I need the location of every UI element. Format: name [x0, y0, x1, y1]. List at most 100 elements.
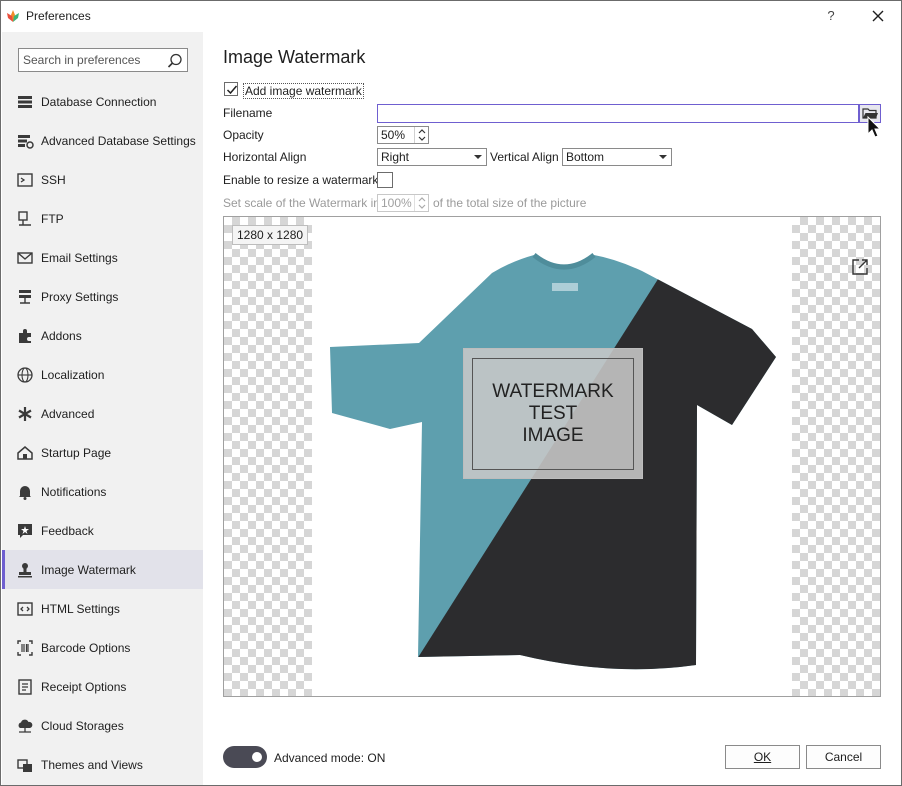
app-logo-icon — [7, 10, 19, 22]
chevron-down-icon — [474, 155, 482, 159]
opacity-value: 50% — [381, 128, 406, 142]
resize-label: Enable to resize a watermark — [223, 173, 379, 187]
watermark-frame: WATERMARK TEST IMAGE — [472, 358, 634, 470]
bell-icon — [19, 485, 31, 500]
sidebar-item-email-settings[interactable]: Email Settings — [2, 238, 203, 277]
image-size-badge: 1280 x 1280 — [232, 225, 309, 245]
sidebar-item-label: Advanced — [41, 406, 95, 421]
database-gear-icon — [18, 134, 34, 149]
horizontal-align-select[interactable]: Right — [377, 148, 487, 166]
sidebar-item-themes-and-views[interactable]: Themes and Views — [2, 745, 203, 784]
transparent-background-left — [224, 217, 312, 696]
sidebar-item-label: Image Watermark — [41, 562, 136, 577]
puzzle-icon — [19, 328, 31, 343]
sidebar-item-barcode-options[interactable]: Barcode Options — [2, 628, 203, 667]
main-panel: Image Watermark Add image watermark File… — [203, 32, 901, 785]
search-input[interactable] — [19, 49, 159, 71]
vertical-align-select[interactable]: Bottom — [562, 148, 672, 166]
resize-checkbox[interactable] — [377, 172, 393, 188]
sidebar-item-database-connection[interactable]: Database Connection — [2, 82, 203, 121]
close-button[interactable] — [865, 5, 891, 27]
globe-icon — [17, 366, 33, 383]
sidebar-item-label: Database Connection — [41, 94, 157, 109]
advanced-mode-label: Advanced mode: ON — [274, 751, 386, 765]
sidebar-item-label: Proxy Settings — [41, 289, 119, 304]
watermark-line-3: IMAGE — [522, 425, 584, 446]
sidebar-item-label: Startup Page — [41, 445, 112, 460]
palette-icon — [17, 758, 32, 772]
star-comment-icon — [18, 523, 32, 538]
toggle-knob — [252, 752, 262, 762]
sidebar-item-addons[interactable]: Addons — [2, 316, 203, 355]
sidebar-item-advanced-database-settings[interactable]: Advanced Database Settings — [2, 121, 203, 160]
sidebar-nav: Database Connection Advanced Database Se… — [2, 82, 203, 784]
sidebar-item-feedback[interactable]: Feedback — [2, 511, 203, 550]
checkmark-icon — [226, 85, 238, 95]
proxy-icon — [19, 289, 31, 304]
spin-arrows-icon — [418, 129, 426, 141]
sidebar-item-notifications[interactable]: Notifications — [2, 472, 203, 511]
cancel-button[interactable]: Cancel — [806, 745, 881, 769]
sidebar-item-advanced[interactable]: Advanced — [2, 394, 203, 433]
network-icon — [18, 210, 31, 226]
asterisk-icon — [18, 406, 32, 421]
watermark-overlay: WATERMARK TEST IMAGE — [463, 348, 643, 479]
sidebar-item-proxy-settings[interactable]: Proxy Settings — [2, 277, 203, 316]
sidebar-item-label: Notifications — [41, 484, 107, 499]
sidebar-item-label: HTML Settings — [41, 601, 120, 616]
advanced-mode-toggle[interactable] — [223, 746, 267, 768]
opacity-label: Opacity — [223, 128, 264, 142]
chevron-down-icon — [659, 155, 667, 159]
help-button[interactable]: ? — [819, 5, 843, 27]
transparent-background-right — [792, 217, 880, 696]
opacity-spin-buttons[interactable] — [414, 127, 428, 143]
sidebar-item-label: Cloud Storages — [41, 718, 124, 733]
sidebar-item-label: Advanced Database Settings — [41, 133, 196, 148]
scale-label-prefix: Set scale of the Watermark in — [223, 196, 380, 210]
search-icon[interactable] — [166, 52, 184, 70]
page-title: Image Watermark — [223, 47, 366, 67]
sidebar: Database Connection Advanced Database Se… — [2, 32, 203, 785]
sidebar-item-ssh[interactable]: SSH — [2, 160, 203, 199]
sidebar-item-receipt-options[interactable]: Receipt Options — [2, 667, 203, 706]
title-bar: Preferences ? — [1, 1, 901, 32]
sidebar-item-ftp[interactable]: FTP — [2, 199, 203, 238]
sidebar-item-label: Receipt Options — [41, 679, 127, 694]
home-icon — [17, 445, 33, 460]
open-external-icon[interactable] — [850, 257, 870, 277]
barcode-icon — [17, 639, 33, 656]
horizontal-align-label: Horizontal Align — [223, 150, 307, 164]
scale-spinner[interactable]: 100% — [377, 194, 429, 212]
watermark-line-1: WATERMARK — [492, 381, 614, 402]
sidebar-item-localization[interactable]: Localization — [2, 355, 203, 394]
image-preview: WATERMARK TEST IMAGE 1280 x 1280 — [223, 216, 881, 697]
sidebar-item-startup-page[interactable]: Startup Page — [2, 433, 203, 472]
sidebar-item-image-watermark[interactable]: Image Watermark — [2, 550, 203, 589]
filename-label: Filename — [223, 106, 273, 120]
search-box — [18, 48, 188, 72]
add-watermark-checkbox[interactable] — [224, 82, 238, 96]
mouse-cursor-icon — [867, 116, 882, 138]
add-watermark-label[interactable]: Add image watermark — [243, 83, 364, 99]
sidebar-item-label: Addons — [41, 328, 82, 343]
scale-value: 100% — [381, 196, 412, 210]
vertical-align-value: Bottom — [566, 150, 605, 164]
watermark-line-2: TEST — [528, 403, 578, 424]
spin-arrows-icon — [418, 197, 426, 209]
opacity-spinner[interactable]: 50% — [377, 126, 429, 144]
cloud-icon — [18, 719, 33, 733]
ok-button-label: OK — [753, 750, 772, 764]
scale-spin-buttons[interactable] — [414, 195, 428, 211]
envelope-icon — [17, 251, 33, 264]
sidebar-item-label: FTP — [41, 211, 64, 226]
preferences-window: Preferences ? Database Connection Advanc… — [0, 0, 902, 786]
filename-input[interactable] — [377, 104, 859, 123]
terminal-icon — [17, 172, 33, 187]
sidebar-item-cloud-storages[interactable]: Cloud Storages — [2, 706, 203, 745]
database-icon — [18, 95, 32, 108]
sidebar-item-label: SSH — [41, 172, 66, 187]
sidebar-item-html-settings[interactable]: HTML Settings — [2, 589, 203, 628]
ok-button[interactable]: OK — [725, 745, 800, 769]
sidebar-item-label: Localization — [41, 367, 105, 382]
code-icon — [17, 601, 33, 616]
